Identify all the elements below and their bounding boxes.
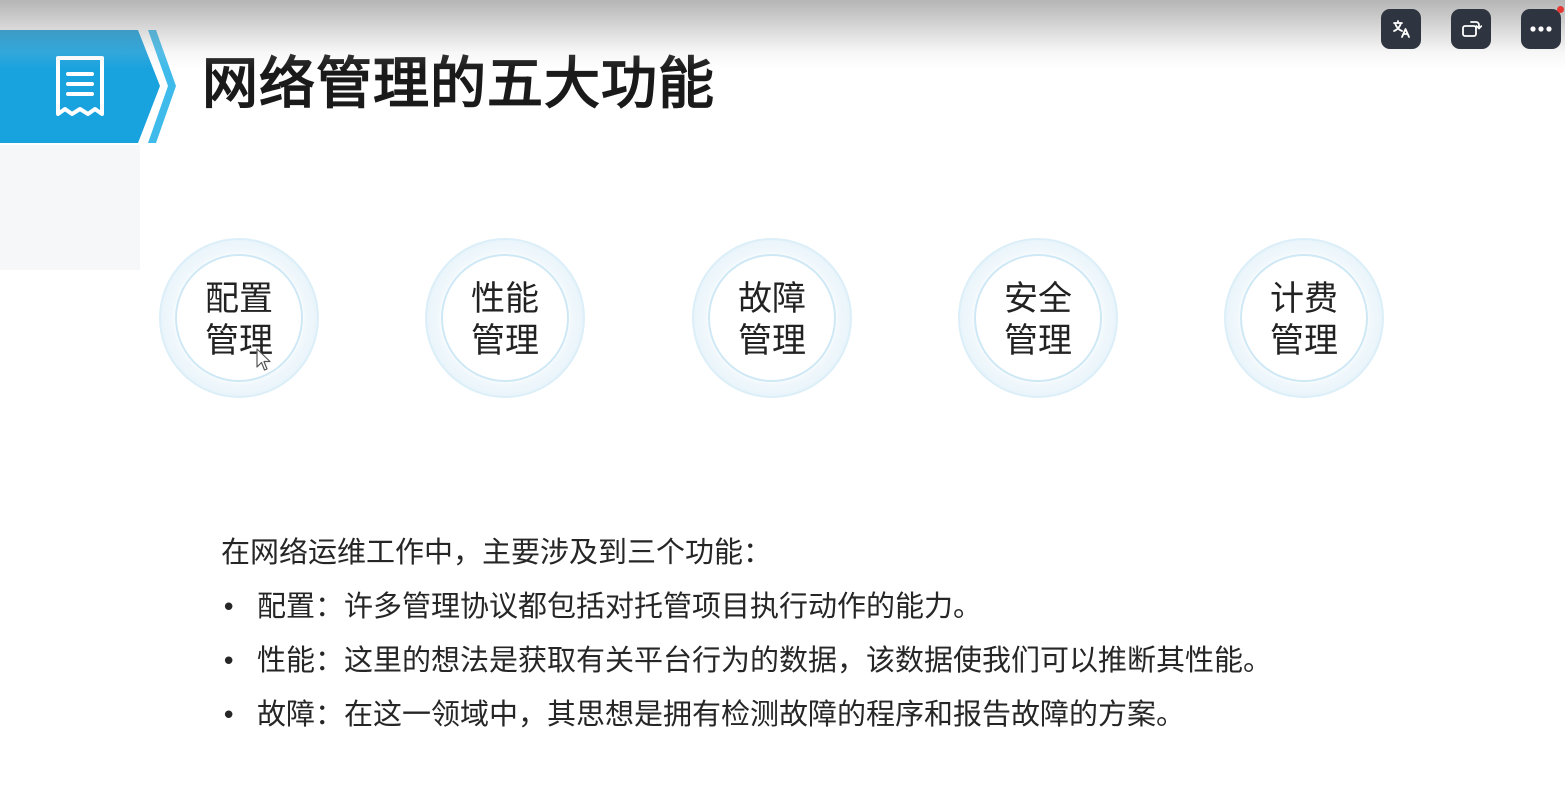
function-label-line1: 计费 <box>1270 279 1338 319</box>
bullet-text: 配置：许多管理协议都包括对托管项目执行动作的能力。 <box>257 589 983 623</box>
mouse-cursor-icon <box>256 348 272 372</box>
function-label: 性能 管理 <box>427 278 583 362</box>
function-label-line2: 管理 <box>1270 321 1338 361</box>
function-label-line2: 管理 <box>738 321 806 361</box>
function-label-line2: 管理 <box>471 321 539 361</box>
more-options-button[interactable] <box>1521 6 1564 49</box>
function-label-line1: 故障 <box>738 279 806 319</box>
function-bullet-list: • 配置：许多管理协议都包括对托管项目执行动作的能力。 • 性能：这里的想法是获取有… <box>221 586 1272 748</box>
bullet-text: 故障：在这一领域中，其思想是拥有检测故障的程序和报告故障的方案。 <box>257 697 1186 731</box>
bullet-text: 性能：这里的想法是获取有关平台行为的数据，该数据使我们可以推断其性能。 <box>257 643 1273 677</box>
list-item: • 故障：在这一领域中，其思想是拥有检测故障的程序和报告故障的方案。 <box>221 694 1272 748</box>
bullet-icon: • <box>221 593 237 623</box>
rotate-screen-icon <box>1462 21 1482 37</box>
bullet-icon: • <box>221 701 237 731</box>
subtitle-translate-icon <box>1393 20 1410 38</box>
more-options-icon <box>1530 26 1552 32</box>
function-circle-config: 配置 管理 <box>159 238 319 398</box>
intro-text: 在网络运维工作中，主要涉及到三个功能： <box>221 535 773 569</box>
function-circle-fault: 故障 管理 <box>692 238 852 398</box>
rotate-screen-button[interactable] <box>1451 9 1491 49</box>
function-circle-security: 安全 管理 <box>958 238 1118 398</box>
function-label: 计费 管理 <box>1226 278 1382 362</box>
function-label: 安全 管理 <box>960 278 1116 362</box>
list-item: • 性能：这里的想法是获取有关平台行为的数据，该数据使我们可以推断其性能。 <box>221 640 1272 694</box>
function-label-line2: 管理 <box>1004 321 1072 361</box>
function-circle-accounting: 计费 管理 <box>1224 238 1384 398</box>
list-item: • 配置：许多管理协议都包括对托管项目执行动作的能力。 <box>221 586 1272 640</box>
function-label-line1: 配置 <box>205 279 273 319</box>
notification-dot <box>1557 6 1564 13</box>
subtitle-translate-button[interactable] <box>1381 9 1421 49</box>
slide-viewer: 网络管理的五大功能 配置 管理 性能 管理 故障 管理 安全 管理 计费 管理 <box>0 0 1565 790</box>
bullet-icon: • <box>221 647 237 677</box>
background-panel <box>0 145 140 270</box>
function-label-line1: 安全 <box>1004 279 1072 319</box>
function-label-line1: 性能 <box>471 279 539 319</box>
function-label-line2: 管理 <box>205 321 273 361</box>
slide-title: 网络管理的五大功能 <box>202 52 715 117</box>
function-label: 故障 管理 <box>694 278 850 362</box>
document-icon <box>52 54 108 120</box>
function-label: 配置 管理 <box>161 278 317 362</box>
function-circle-performance: 性能 管理 <box>425 238 585 398</box>
